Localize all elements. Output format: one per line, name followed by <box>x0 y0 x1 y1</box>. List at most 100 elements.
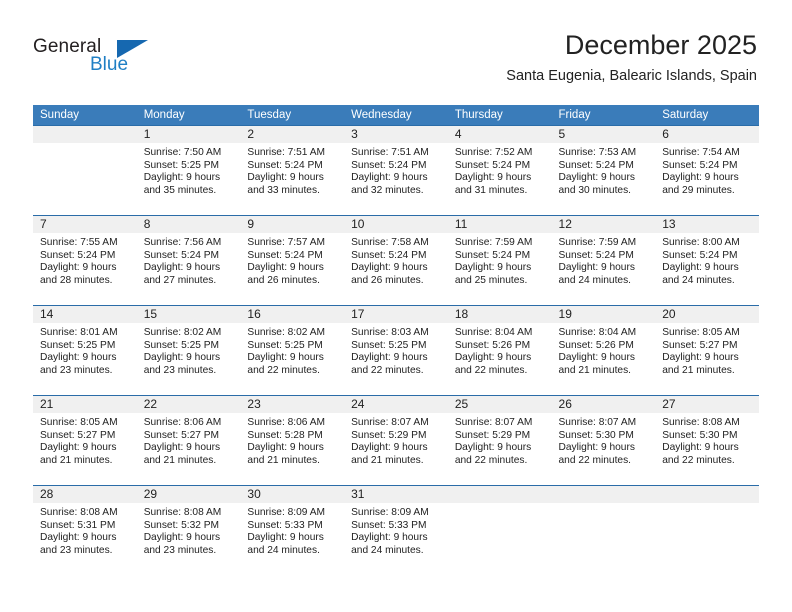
day-number: 21 <box>33 396 137 413</box>
day-number: 10 <box>344 216 448 233</box>
daylight-text-line1: Daylight: 9 hours <box>40 442 117 454</box>
day-cell[interactable]: 16 Sunrise: 8:02 AM Sunset: 5:25 PM Dayligh… <box>240 305 345 396</box>
sunrise-text: Sunrise: 8:06 AM <box>247 417 325 428</box>
day-cell <box>447 485 552 576</box>
daylight-text-line1: Daylight: 9 hours <box>351 352 428 364</box>
week-row: 28 Sunrise: 8:08 AM Sunset: 5:31 PM Dayligh… <box>33 485 759 576</box>
sunset-text: Sunset: 5:27 PM <box>662 339 738 351</box>
daylight-text-line2: and 24 minutes. <box>247 544 320 556</box>
day-cell[interactable]: 4 Sunrise: 7:52 AM Sunset: 5:24 PM Daylight… <box>447 125 552 216</box>
daylight-text-line1: Daylight: 9 hours <box>558 442 635 454</box>
day-cell[interactable]: 24 Sunrise: 8:07 AM Sunset: 5:29 PM Dayligh… <box>344 395 448 486</box>
day-cell[interactable]: 19 Sunrise: 8:04 AM Sunset: 5:26 PM Dayligh… <box>551 305 656 396</box>
daylight-text-line2: and 29 minutes. <box>662 184 735 196</box>
day-number: 20 <box>655 306 759 323</box>
daylight-text-line2: and 22 minutes. <box>247 364 320 376</box>
day-number: 9 <box>240 216 345 233</box>
day-number: 18 <box>447 306 552 323</box>
day-cell[interactable]: 30 Sunrise: 8:09 AM Sunset: 5:33 PM Dayligh… <box>240 485 345 576</box>
sunset-text: Sunset: 5:32 PM <box>143 519 220 531</box>
daylight-text-line2: and 21 minutes. <box>662 364 735 376</box>
daylight-text-line1: Daylight: 9 hours <box>247 442 324 454</box>
daylight-text-line1: Daylight: 9 hours <box>454 352 532 364</box>
daylight-text-line2: and 27 minutes. <box>143 274 217 286</box>
day-cell[interactable]: 12 Sunrise: 7:59 AM Sunset: 5:24 PM Dayligh… <box>551 215 656 306</box>
day-cell[interactable]: 31 Sunrise: 8:09 AM Sunset: 5:33 PM Dayligh… <box>344 485 448 576</box>
day-cell[interactable]: 28 Sunrise: 8:08 AM Sunset: 5:31 PM Dayligh… <box>33 485 137 576</box>
day-number: 7 <box>33 216 137 233</box>
sunrise-text: Sunrise: 8:03 AM <box>351 327 429 338</box>
weekday-header-friday: Friday <box>551 105 656 126</box>
sunrise-text: Sunrise: 7:57 AM <box>247 237 325 248</box>
daylight-text-line2: and 21 minutes. <box>351 454 424 466</box>
sunset-text: Sunset: 5:26 PM <box>454 339 531 351</box>
day-cell[interactable]: 25 Sunrise: 8:07 AM Sunset: 5:29 PM Dayligh… <box>447 395 552 486</box>
daylight-text-line1: Daylight: 9 hours <box>40 532 117 544</box>
sunrise-text: Sunrise: 8:04 AM <box>454 327 533 338</box>
sunset-text: Sunset: 5:30 PM <box>662 429 738 441</box>
daylight-text-line2: and 23 minutes. <box>40 364 113 376</box>
day-cell[interactable]: 11 Sunrise: 7:59 AM Sunset: 5:24 PM Dayligh… <box>447 215 552 306</box>
day-cell[interactable]: 1 Sunrise: 7:50 AM Sunset: 5:25 PM Daylight… <box>136 125 241 216</box>
daylight-text-line1: Daylight: 9 hours <box>143 532 221 544</box>
day-number: 1 <box>136 126 241 143</box>
day-cell[interactable]: 7 Sunrise: 7:55 AM Sunset: 5:24 PM Daylight… <box>33 215 137 306</box>
day-cell[interactable]: 2 Sunrise: 7:51 AM Sunset: 5:24 PM Daylight… <box>240 125 345 216</box>
daylight-text-line2: and 21 minutes. <box>143 454 217 466</box>
sunset-text: Sunset: 5:30 PM <box>558 429 634 441</box>
day-cell[interactable]: 10 Sunrise: 7:58 AM Sunset: 5:24 PM Dayligh… <box>344 215 448 306</box>
daylight-text-line2: and 33 minutes. <box>247 184 320 196</box>
day-cell[interactable]: 15 Sunrise: 8:02 AM Sunset: 5:25 PM Dayligh… <box>136 305 241 396</box>
day-cell[interactable]: 22 Sunrise: 8:06 AM Sunset: 5:27 PM Dayligh… <box>136 395 241 486</box>
day-cell[interactable]: 27 Sunrise: 8:08 AM Sunset: 5:30 PM Dayligh… <box>655 395 759 486</box>
sunrise-text: Sunrise: 8:04 AM <box>558 327 637 338</box>
sunrise-text: Sunrise: 8:09 AM <box>247 507 325 518</box>
day-cell[interactable]: 5 Sunrise: 7:53 AM Sunset: 5:24 PM Daylight… <box>551 125 656 216</box>
day-cell[interactable]: 29 Sunrise: 8:08 AM Sunset: 5:32 PM Dayligh… <box>136 485 241 576</box>
general-blue-logo[interactable]: General Blue <box>33 36 163 84</box>
day-cell[interactable]: 21 Sunrise: 8:05 AM Sunset: 5:27 PM Dayligh… <box>33 395 137 486</box>
sunrise-text: Sunrise: 7:53 AM <box>558 147 637 158</box>
sunrise-text: Sunrise: 7:55 AM <box>40 237 118 248</box>
sunrise-text: Sunrise: 8:02 AM <box>247 327 325 338</box>
day-cell[interactable]: 9 Sunrise: 7:57 AM Sunset: 5:24 PM Daylight… <box>240 215 345 306</box>
sunset-text: Sunset: 5:24 PM <box>558 159 634 171</box>
sunset-text: Sunset: 5:27 PM <box>40 429 116 441</box>
day-cell[interactable]: 3 Sunrise: 7:51 AM Sunset: 5:24 PM Daylight… <box>344 125 448 216</box>
sunrise-text: Sunrise: 8:07 AM <box>454 417 533 428</box>
day-number: 30 <box>240 486 345 503</box>
day-cell[interactable]: 20 Sunrise: 8:05 AM Sunset: 5:27 PM Dayligh… <box>655 305 759 396</box>
day-cell[interactable]: 17 Sunrise: 8:03 AM Sunset: 5:25 PM Dayligh… <box>344 305 448 396</box>
sunrise-text: Sunrise: 8:01 AM <box>40 327 118 338</box>
sunset-text: Sunset: 5:27 PM <box>143 429 220 441</box>
page-header: General Blue December 2025 Santa Eugenia… <box>0 0 792 100</box>
day-cell <box>551 485 656 576</box>
day-cell[interactable]: 14 Sunrise: 8:01 AM Sunset: 5:25 PM Dayligh… <box>33 305 137 396</box>
weekday-header-wednesday: Wednesday <box>344 105 448 126</box>
day-number: 24 <box>344 396 448 413</box>
sunrise-text: Sunrise: 7:50 AM <box>143 147 222 158</box>
daylight-text-line2: and 23 minutes. <box>143 544 217 556</box>
day-cell[interactable]: 8 Sunrise: 7:56 AM Sunset: 5:24 PM Daylight… <box>136 215 241 306</box>
sunrise-text: Sunrise: 8:09 AM <box>351 507 429 518</box>
sunset-text: Sunset: 5:26 PM <box>558 339 634 351</box>
daylight-text-line2: and 35 minutes. <box>143 184 217 196</box>
day-cell[interactable]: 6 Sunrise: 7:54 AM Sunset: 5:24 PM Daylight… <box>655 125 759 216</box>
sunset-text: Sunset: 5:24 PM <box>454 159 531 171</box>
day-cell[interactable]: 18 Sunrise: 8:04 AM Sunset: 5:26 PM Dayligh… <box>447 305 552 396</box>
sunrise-text: Sunrise: 8:06 AM <box>143 417 222 428</box>
daylight-text-line1: Daylight: 9 hours <box>558 262 635 274</box>
daylight-text-line2: and 22 minutes. <box>351 364 424 376</box>
day-number: 15 <box>136 306 241 323</box>
day-cell[interactable]: 26 Sunrise: 8:07 AM Sunset: 5:30 PM Dayligh… <box>551 395 656 486</box>
sunset-text: Sunset: 5:24 PM <box>247 249 323 261</box>
daylight-text-line1: Daylight: 9 hours <box>558 352 635 364</box>
daylight-text-line2: and 26 minutes. <box>351 274 424 286</box>
week-row: 14 Sunrise: 8:01 AM Sunset: 5:25 PM Dayligh… <box>33 305 759 396</box>
week-row: 1 Sunrise: 7:50 AM Sunset: 5:25 PM Daylight… <box>33 125 759 216</box>
daylight-text-line1: Daylight: 9 hours <box>454 262 532 274</box>
day-cell[interactable]: 13 Sunrise: 8:00 AM Sunset: 5:24 PM Dayligh… <box>655 215 759 306</box>
day-cell[interactable]: 23 Sunrise: 8:06 AM Sunset: 5:28 PM Dayligh… <box>240 395 345 486</box>
daylight-text-line2: and 24 minutes. <box>662 274 735 286</box>
daylight-text-line1: Daylight: 9 hours <box>247 352 324 364</box>
